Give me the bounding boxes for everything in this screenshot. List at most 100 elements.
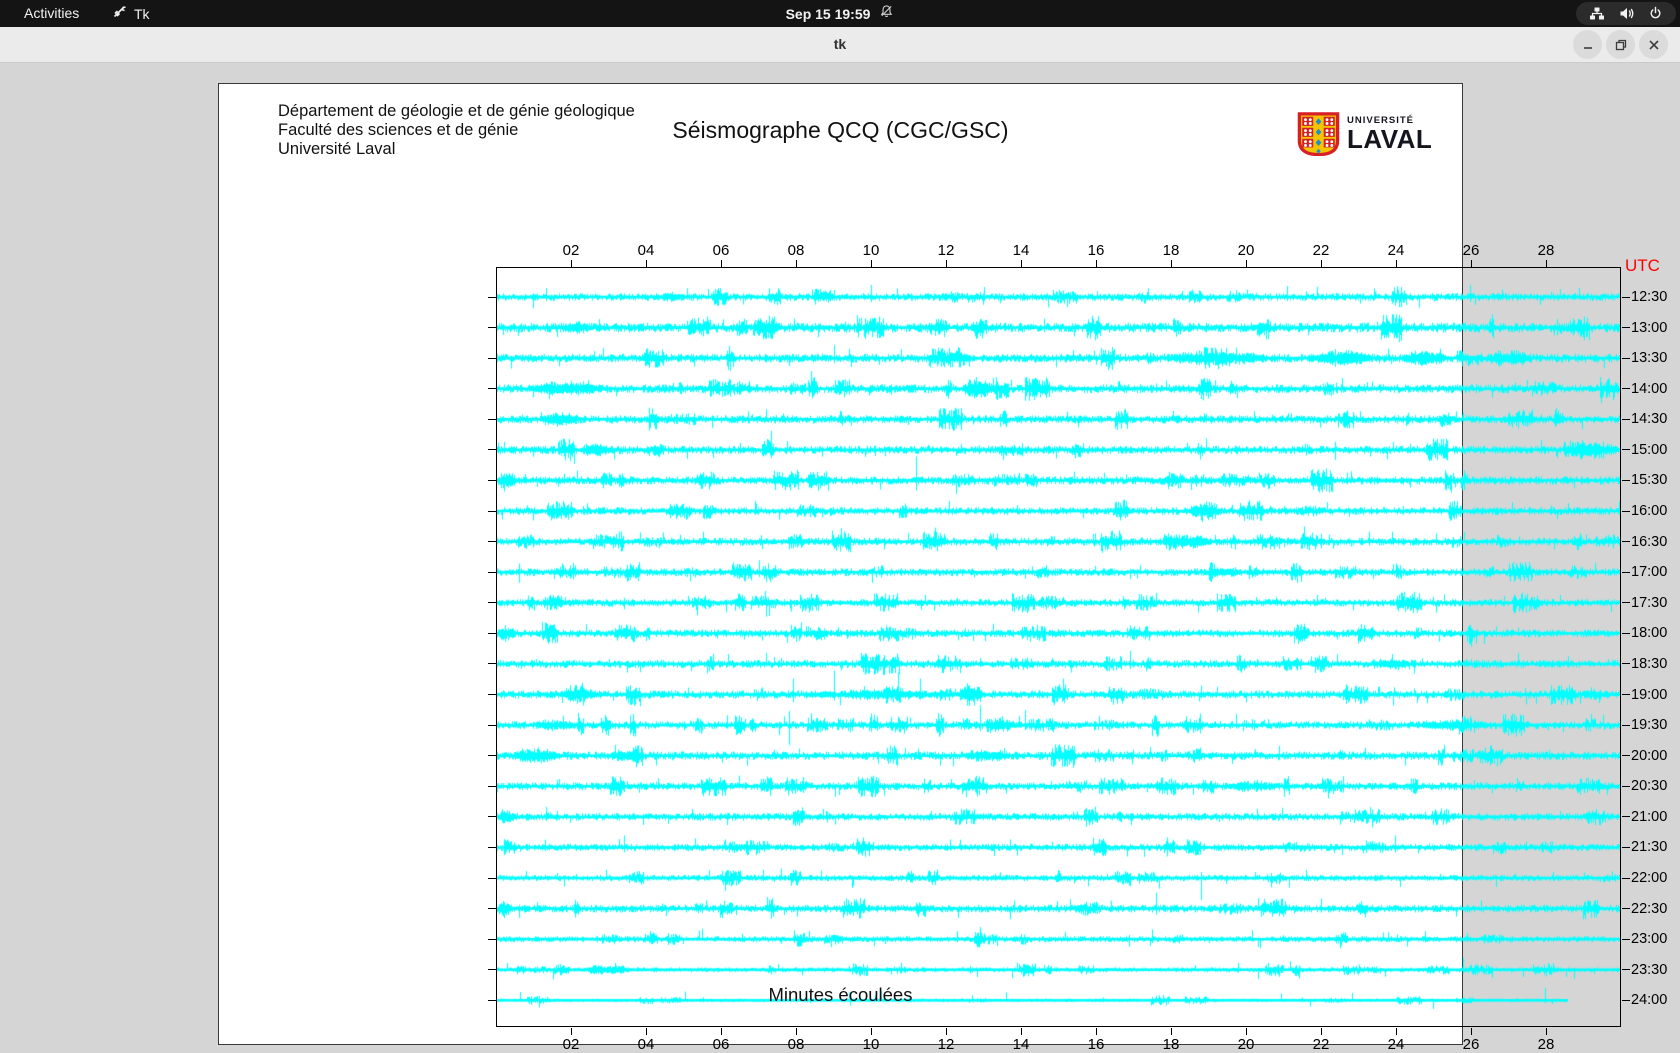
y-tick-mark — [488, 510, 496, 512]
y-tick-mark — [1622, 938, 1630, 940]
y-tick-mark — [1622, 846, 1630, 848]
seismograph-panel: Département de géologie et de génie géol… — [218, 83, 1667, 1053]
y-tick-mark — [488, 449, 496, 451]
clock[interactable]: Sep 15 19:59 — [786, 6, 871, 22]
y-tick-mark — [1622, 694, 1630, 696]
y-tick-mark — [488, 663, 496, 665]
x-tick-label: 14 — [1012, 242, 1030, 259]
utc-time-label: 16:00 — [1631, 503, 1668, 520]
x-tick-label: 10 — [862, 1036, 880, 1053]
y-tick-mark — [1622, 663, 1630, 665]
volume-icon — [1619, 6, 1635, 21]
screen: Activities Tk Sep 15 19:59 tk Départemen… — [0, 0, 1680, 1053]
utc-time-label: 19:00 — [1631, 686, 1668, 703]
x-tick-mark — [720, 1028, 722, 1035]
x-tick-mark — [1545, 260, 1547, 267]
app-menu[interactable]: Tk — [104, 0, 158, 27]
x-tick-mark — [1245, 1028, 1247, 1035]
y-tick-mark — [488, 816, 496, 818]
utc-time-label: 15:30 — [1631, 472, 1668, 489]
y-tick-mark — [1622, 571, 1630, 573]
y-tick-mark — [1622, 602, 1630, 604]
maximize-button[interactable] — [1606, 30, 1635, 59]
y-tick-mark — [488, 357, 496, 359]
app-content: Département de géologie et de génie géol… — [0, 63, 1680, 1053]
y-tick-mark — [488, 755, 496, 757]
university-laval-logo: UNIVERSITÉ LAVAL — [1297, 112, 1432, 161]
laval-shield-icon — [1297, 112, 1340, 161]
bell-muted-icon — [879, 4, 894, 24]
utc-time-label: 23:00 — [1631, 931, 1668, 948]
x-tick-label: 10 — [862, 242, 880, 259]
x-tick-label: 26 — [1462, 1036, 1480, 1053]
x-tick-label: 04 — [637, 242, 655, 259]
y-tick-mark — [1622, 999, 1630, 1001]
y-tick-mark — [1622, 908, 1630, 910]
x-tick-mark — [1395, 260, 1397, 267]
x-tick-mark — [945, 260, 947, 267]
x-tick-mark — [720, 260, 722, 267]
y-tick-mark — [1622, 479, 1630, 481]
y-tick-mark — [488, 388, 496, 390]
y-tick-mark — [1622, 755, 1630, 757]
x-tick-label: 26 — [1462, 242, 1480, 259]
x-tick-mark — [795, 260, 797, 267]
power-icon — [1648, 6, 1663, 21]
utc-time-label: 17:00 — [1631, 564, 1668, 581]
x-tick-mark — [645, 1028, 647, 1035]
system-tray[interactable] — [1576, 2, 1676, 25]
minimize-button[interactable] — [1573, 30, 1602, 59]
x-tick-label: 06 — [712, 242, 730, 259]
y-tick-mark — [488, 785, 496, 787]
close-button[interactable] — [1639, 30, 1668, 59]
x-tick-mark — [1020, 260, 1022, 267]
x-tick-mark — [1170, 1028, 1172, 1035]
x-tick-label: 22 — [1312, 242, 1330, 259]
utc-time-label: 19:30 — [1631, 717, 1668, 734]
utc-time-label: 17:30 — [1631, 594, 1668, 611]
x-tick-label: 28 — [1537, 242, 1555, 259]
x-tick-label: 24 — [1387, 1036, 1405, 1053]
x-tick-label: 20 — [1237, 1036, 1255, 1053]
y-tick-mark — [488, 694, 496, 696]
y-tick-mark — [488, 541, 496, 543]
utc-time-label: 14:00 — [1631, 380, 1668, 397]
y-tick-mark — [488, 908, 496, 910]
seismogram-canvas — [497, 268, 1620, 1026]
utc-time-label: 13:00 — [1631, 319, 1668, 336]
x-tick-label: 20 — [1237, 242, 1255, 259]
utc-time-label: 14:30 — [1631, 411, 1668, 428]
x-tick-mark — [870, 1028, 872, 1035]
x-tick-label: 06 — [712, 1036, 730, 1053]
y-tick-mark — [488, 632, 496, 634]
y-tick-mark — [1622, 632, 1630, 634]
utc-time-label: 18:30 — [1631, 655, 1668, 672]
y-tick-mark — [1622, 816, 1630, 818]
x-tick-mark — [645, 260, 647, 267]
utc-time-label: 18:00 — [1631, 625, 1668, 642]
x-tick-label: 02 — [562, 1036, 580, 1053]
y-tick-mark — [488, 724, 496, 726]
y-tick-mark — [488, 571, 496, 573]
y-tick-mark — [1622, 510, 1630, 512]
y-tick-mark — [488, 327, 496, 329]
y-tick-mark — [488, 296, 496, 298]
x-tick-label: 08 — [787, 242, 805, 259]
x-tick-label: 18 — [1162, 1036, 1180, 1053]
activities-button[interactable]: Activities — [14, 0, 89, 27]
network-icon — [1589, 6, 1605, 21]
y-tick-mark — [1622, 877, 1630, 879]
y-tick-mark — [1622, 969, 1630, 971]
utc-time-label: 22:00 — [1631, 870, 1668, 887]
app-name: Tk — [134, 5, 150, 22]
x-tick-label: 16 — [1087, 1036, 1105, 1053]
utc-time-label: 24:00 — [1631, 992, 1668, 1009]
x-tick-mark — [870, 260, 872, 267]
y-tick-mark — [488, 479, 496, 481]
x-tick-mark — [1170, 260, 1172, 267]
x-tick-mark — [1470, 260, 1472, 267]
x-tick-label: 12 — [937, 1036, 955, 1053]
y-tick-mark — [488, 938, 496, 940]
x-tick-mark — [1320, 260, 1322, 267]
window-title-bar[interactable]: tk — [0, 27, 1680, 63]
